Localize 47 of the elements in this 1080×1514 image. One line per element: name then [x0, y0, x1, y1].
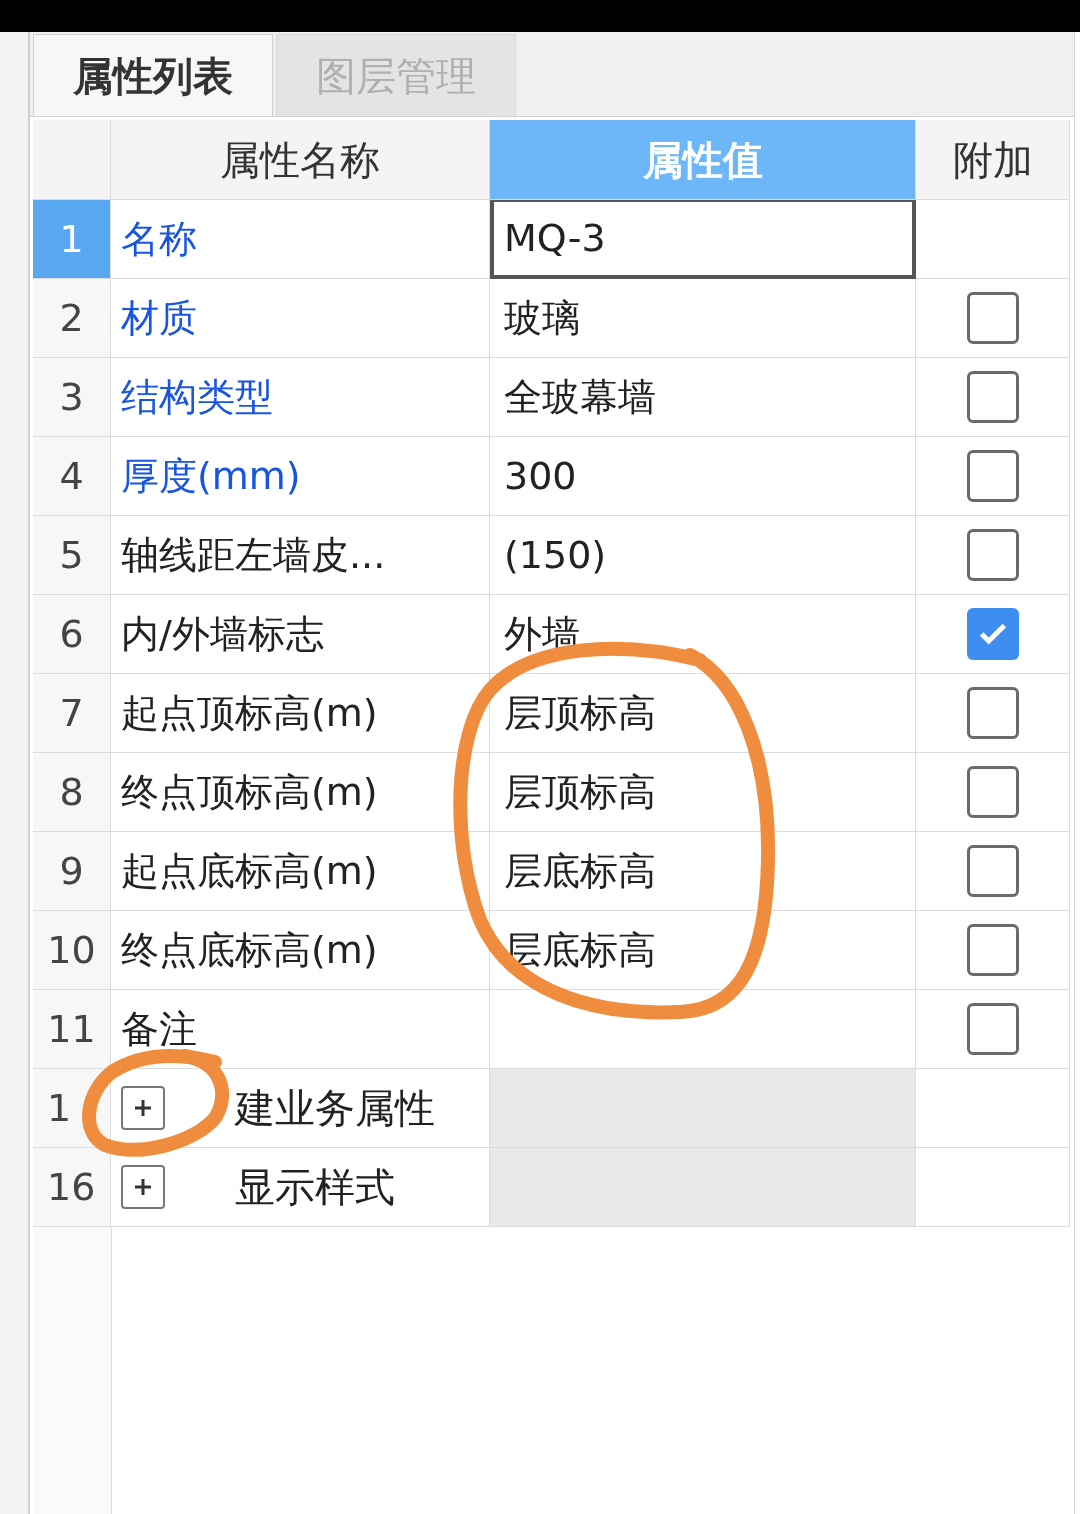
property-value: 层底标高	[504, 847, 656, 895]
property-value: 玻璃	[504, 294, 580, 342]
checkbox[interactable]	[966, 608, 1019, 660]
checkbox[interactable]	[966, 371, 1019, 423]
property-name: 起点底标高(m)	[111, 832, 490, 911]
property-name: 结构类型	[111, 358, 490, 437]
property-name: 厚度(mm)	[111, 437, 490, 516]
column-header[interactable]: 附加	[916, 120, 1070, 200]
expand-icon[interactable]	[121, 1165, 165, 1209]
group-name: 显示样式	[235, 1163, 395, 1212]
row-number[interactable]: 16	[33, 1148, 111, 1227]
checkbox[interactable]	[966, 292, 1019, 344]
property-name: 内/外墙标志	[111, 595, 490, 674]
property-name: 轴线距左墙皮...	[111, 516, 490, 595]
checkbox[interactable]	[966, 924, 1019, 976]
row-number[interactable]: 10	[33, 911, 111, 990]
row-number[interactable]: 11	[33, 990, 111, 1069]
property-value: 层顶标高	[504, 768, 656, 816]
row-number[interactable]: 8	[33, 753, 111, 832]
row-number[interactable]: 5	[33, 516, 111, 595]
checkbox[interactable]	[966, 845, 1019, 897]
property-value: 300	[504, 452, 577, 500]
expand-icon[interactable]	[121, 1086, 165, 1130]
checkbox[interactable]	[966, 687, 1019, 739]
property-name: 名称	[111, 200, 490, 279]
property-name: 起点顶标高(m)	[111, 674, 490, 753]
property-name: 终点顶标高(m)	[111, 753, 490, 832]
row-number[interactable]: 9	[33, 832, 111, 911]
property-name: 终点底标高(m)	[111, 911, 490, 990]
row-number[interactable]: 2	[33, 279, 111, 358]
checkbox[interactable]	[966, 450, 1019, 502]
row-number[interactable]: 4	[33, 437, 111, 516]
tab[interactable]: 属性列表	[33, 34, 273, 116]
column-header[interactable]: 属性名称	[111, 120, 490, 200]
property-value: (150)	[504, 531, 607, 579]
checkbox[interactable]	[966, 529, 1019, 581]
group-name: 建业务属性	[235, 1084, 435, 1133]
row-number[interactable]: 3	[33, 358, 111, 437]
checkbox[interactable]	[966, 766, 1019, 818]
row-number[interactable]: 6	[33, 595, 111, 674]
row-number[interactable]: 7	[33, 674, 111, 753]
checkbox[interactable]	[966, 1003, 1019, 1055]
property-name: 备注	[111, 990, 490, 1069]
property-name: 材质	[111, 279, 490, 358]
property-value: 层顶标高	[504, 689, 656, 737]
value-input[interactable]: MQ-3	[504, 210, 606, 267]
property-value: 全玻幕墙	[504, 373, 656, 421]
